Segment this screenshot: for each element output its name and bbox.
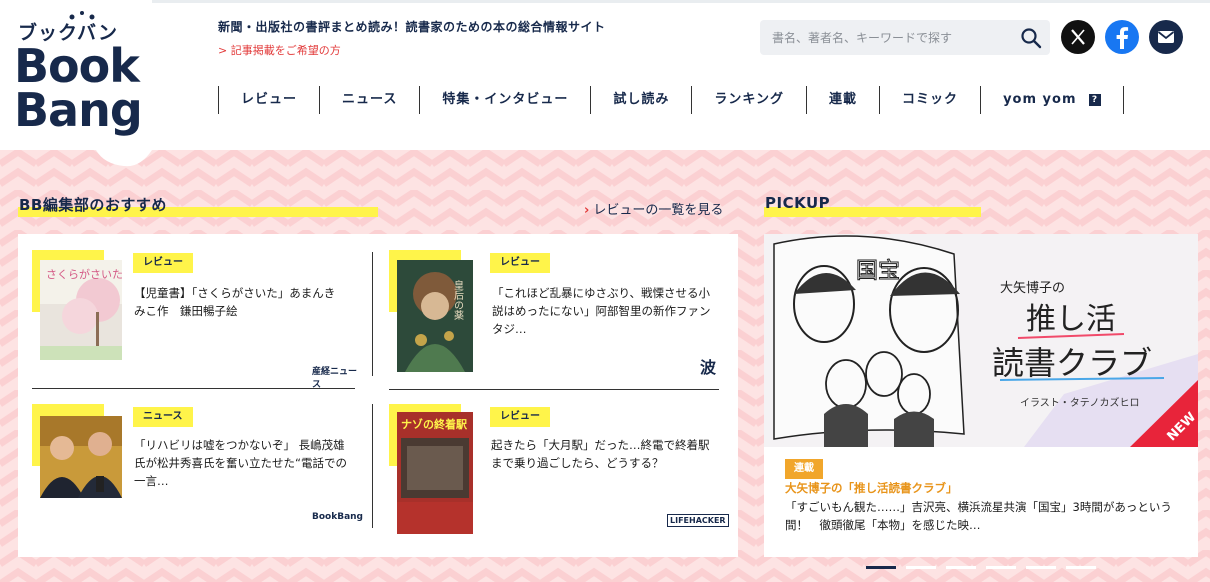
source-logo: 産経ニュース <box>312 367 358 390</box>
mail-icon <box>1157 31 1175 43</box>
nav-label: コミック <box>902 92 959 107</box>
nav-trial-reading[interactable]: 試し読み <box>590 86 691 114</box>
search-icon[interactable] <box>1020 27 1042 49</box>
logo-wordmark: Book Bang <box>14 39 144 137</box>
article-headline: 「リハビリは嘘をつかないぞ」 長嶋茂雄氏が松井秀喜氏を奮い立たせた“電話での一言… <box>134 438 347 488</box>
article-headline: 「これほど乱暴にゆさぶり、戦慄させる小説はめったにない」阿部智里の新作ファンタジ… <box>492 286 711 336</box>
book-cover-image: さくらがさいた <box>40 260 122 360</box>
review-list-link-label: レビューの一覧を見る <box>593 203 724 218</box>
x-icon <box>1071 29 1085 45</box>
card-divider-vertical <box>372 252 373 376</box>
article-card[interactable]: さくらがさいた レビュー 【児童書】「さくらがさいた」あまんきみこ作 鎌田暢子絵… <box>32 250 362 390</box>
nav-review[interactable]: レビュー <box>218 86 319 114</box>
category-badge: レビュー <box>490 253 550 273</box>
logo-wordmark-line2: Bang <box>14 83 143 137</box>
nav-label: 試し読み <box>613 92 670 107</box>
article-headline: 起きたら「大月駅」だった…終電で終着駅まで乗り過ごしたら、どうする？ <box>491 438 710 470</box>
pickup-title: PICKUP <box>765 194 831 212</box>
cover-title: 皇后の薬 <box>452 279 464 321</box>
site-tagline: 新聞・出版社の書評まとめ読み！読書家のための本の総合情報サイト <box>218 20 606 34</box>
category-badge: レビュー <box>133 253 193 273</box>
chevron-right-icon: › <box>584 203 590 218</box>
book-cover-image: 皇后の薬 <box>397 260 473 372</box>
nav-label: レビュー <box>241 92 298 107</box>
carousel-pagination <box>866 566 1096 569</box>
carousel-dot[interactable] <box>946 566 976 569</box>
carousel-dot[interactable] <box>1066 566 1096 569</box>
pickup-panel[interactable]: 国宝 大矢博子の 推し活 読書クラブ イラスト・タテノカズヒロ NEW 連載 大… <box>764 234 1198 557</box>
carousel-dot[interactable] <box>906 566 936 569</box>
nav-yomyom[interactable]: yom yom? <box>980 86 1124 114</box>
nav-news[interactable]: ニュース <box>319 86 419 114</box>
carousel-dot[interactable] <box>986 566 1016 569</box>
facebook-icon <box>1116 27 1129 49</box>
card-divider-vertical <box>372 404 373 528</box>
source-logo: BookBang <box>312 512 363 522</box>
cover-title: さくらがさいた <box>46 267 122 281</box>
banner-illustration: 国宝 大矢博子の 推し活 読書クラブ イラスト・タテノカズヒロ NEW <box>764 234 1198 447</box>
series-name: 大矢博子の「推し活読書クラブ」 <box>785 481 958 495</box>
nav-label: 特集・インタビュー <box>442 92 569 107</box>
article-headline: 【児童書】「さくらがさいた」あまんきみこ作 鎌田暢子絵 <box>134 286 336 318</box>
carousel-dot[interactable] <box>1026 566 1056 569</box>
card-divider-horizontal <box>32 388 355 389</box>
article-card[interactable]: ニュース 「リハビリは嘘をつかないぞ」 長嶋茂雄氏が松井秀喜氏を奮い立たせた“電… <box>32 404 363 534</box>
pickup-banner-image: 国宝 大矢博子の 推し活 読書クラブ イラスト・タテノカズヒロ NEW <box>764 234 1198 447</box>
pickup-headline: 「すごいもん観た……」吉沢亮、横浜流星共演「国宝」3時間があっという間！ 徹頭徹… <box>785 500 1172 532</box>
carousel-dot[interactable] <box>866 566 896 569</box>
banner-credit: イラスト・タテノカズヒロ <box>1020 396 1140 409</box>
banner-kanji: 国宝 <box>856 259 900 284</box>
nav-serials[interactable]: 連載 <box>806 86 879 114</box>
site-logo[interactable]: ブックバン Book Bang <box>0 0 152 168</box>
search-bar <box>760 20 1050 55</box>
recommend-panel: さくらがさいた レビュー 【児童書】「さくらがさいた」あまんきみこ作 鎌田暢子絵… <box>18 234 738 557</box>
logo-wordmark-line1: Book <box>14 39 140 93</box>
nav-label: 連載 <box>829 92 858 107</box>
search-input[interactable] <box>760 20 1010 55</box>
source-logo: LIFEHACKER <box>667 514 729 527</box>
main-nav: レビュー ニュース 特集・インタビュー 試し読み ランキング 連載 コミック y… <box>218 86 1124 114</box>
category-badge: 連載 <box>785 459 823 479</box>
nav-label: ニュース <box>342 92 398 107</box>
article-card[interactable]: 皇后の薬 レビュー 「これほど乱暴にゆさぶり、戦慄させる小説はめったにない」阿部… <box>389 250 719 380</box>
top-border <box>0 0 1210 3</box>
article-card[interactable]: ナゾの終着駅 レビュー 起きたら「大月駅」だった…終電で終着駅まで乗り過ごしたら… <box>389 404 729 539</box>
nav-features-interviews[interactable]: 特集・インタビュー <box>419 86 590 114</box>
banner-headline-2: 読書クラブ <box>992 344 1152 382</box>
facebook-button[interactable] <box>1105 20 1139 54</box>
category-badge: ニュース <box>133 407 193 427</box>
nav-ranking[interactable]: ランキング <box>691 86 806 114</box>
banner-headline-1: 推し活 <box>1026 302 1116 337</box>
nav-label: ランキング <box>714 92 785 107</box>
recommend-title: BB編集部のおすすめ <box>19 196 167 214</box>
article-request-link[interactable]: > 記事掲載をご希望の方 <box>218 42 341 58</box>
nav-comics[interactable]: コミック <box>879 86 980 114</box>
nav-label: yom yom <box>1003 92 1077 107</box>
help-badge-icon: ? <box>1088 93 1101 106</box>
card-divider-horizontal <box>389 389 719 390</box>
news-photo-image <box>40 416 122 498</box>
cover-title: ナゾの終着駅 <box>401 417 467 431</box>
x-share-button[interactable] <box>1061 20 1095 54</box>
mail-button[interactable] <box>1149 20 1183 54</box>
review-list-link[interactable]: › レビューの一覧を見る <box>584 199 723 218</box>
source-logo: 波 <box>700 358 717 377</box>
book-cover-image: ナゾの終着駅 <box>397 412 473 534</box>
category-badge: レビュー <box>490 407 550 427</box>
banner-small-heading: 大矢博子の <box>1000 281 1065 296</box>
